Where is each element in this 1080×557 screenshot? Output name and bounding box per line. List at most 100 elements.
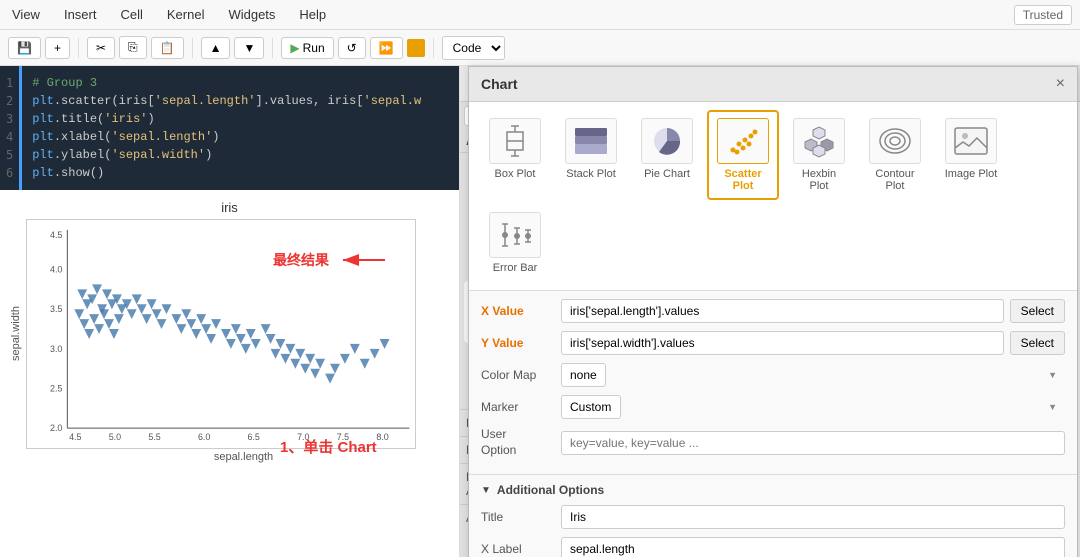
plot-title: iris	[10, 200, 449, 215]
fast-forward-button[interactable]: ⏩	[370, 37, 403, 59]
x-value-input[interactable]	[561, 299, 1004, 323]
chart-type-pie-chart[interactable]: Pie Chart	[631, 110, 703, 200]
x-label-row: X Label	[481, 537, 1065, 557]
color-map-row: Color Map none	[481, 363, 1065, 387]
chart-type-scatter-plot[interactable]: Scatter Plot	[707, 110, 779, 200]
image-plot-icon	[945, 118, 997, 164]
toolbar-separator-2	[192, 38, 193, 58]
menu-help[interactable]: Help	[295, 7, 330, 22]
menu-view[interactable]: View	[8, 7, 44, 22]
y-value-input[interactable]	[561, 331, 1004, 355]
run-button[interactable]: ▶ Run	[281, 37, 333, 59]
additional-toggle[interactable]: ▼ Additional Options	[481, 483, 1065, 497]
chart-types-grid: Box Plot Stack Plot Pie Chart	[479, 110, 1067, 282]
chart-type-box-plot[interactable]: Box Plot	[479, 110, 551, 200]
x-value-label: X Value	[481, 304, 561, 318]
marker-label: Marker	[481, 400, 561, 414]
stack-plot-label: Stack Plot	[566, 168, 616, 180]
step1-label: 1、单击 Chart	[280, 436, 377, 457]
chart-type-image-plot[interactable]: Image Plot	[935, 110, 1007, 200]
color-map-label: Color Map	[481, 368, 561, 382]
error-bar-icon	[489, 212, 541, 258]
cut-button[interactable]: ✂	[87, 37, 115, 59]
dialog-title: Chart	[481, 76, 518, 92]
move-up-button[interactable]: ▲	[201, 37, 231, 59]
additional-section: ▼ Additional Options Title X Label Previ…	[469, 474, 1077, 557]
scatter-plot-icon	[717, 118, 769, 164]
stack-plot-icon	[565, 118, 617, 164]
x-value-select-button[interactable]: Select	[1010, 299, 1065, 323]
svg-text:5.0: 5.0	[109, 432, 121, 442]
line-num-6: 6	[6, 164, 13, 182]
chart-type-contour-plot[interactable]: Contour Plot	[859, 110, 931, 200]
menu-cell[interactable]: Cell	[116, 7, 146, 22]
svg-text:5.5: 5.5	[148, 432, 160, 442]
copy-button[interactable]: ⎘	[119, 36, 147, 59]
svg-text:4.5: 4.5	[69, 432, 81, 442]
image-plot-label: Image Plot	[945, 168, 998, 180]
stop-button[interactable]	[407, 39, 425, 57]
svg-text:3.5: 3.5	[50, 304, 62, 314]
chart-type-stack-plot[interactable]: Stack Plot	[555, 110, 627, 200]
svg-text:4.5: 4.5	[50, 230, 62, 240]
save-button[interactable]: 💾	[8, 37, 41, 59]
y-value-row: Y Value Select	[481, 331, 1065, 355]
title-row: Title	[481, 505, 1065, 529]
color-map-select[interactable]: none	[561, 363, 606, 387]
chart-types-container: Box Plot Stack Plot Pie Chart	[469, 102, 1077, 291]
x-label-field-label: X Label	[481, 542, 561, 556]
menu-insert[interactable]: Insert	[60, 7, 101, 22]
x-label-input[interactable]	[561, 537, 1065, 557]
error-bar-label: Error Bar	[493, 262, 538, 274]
scatter-plot: 2.0 2.5 3.0 3.5 4.0 4.5 4.5 5.0 5.5 6.0 …	[26, 219, 416, 449]
marker-select[interactable]: Custom	[561, 395, 621, 419]
line-num-2: 2	[6, 92, 13, 110]
user-option-input[interactable]	[561, 431, 1065, 455]
svg-text:6.5: 6.5	[248, 432, 260, 442]
code-line-3: plt.title('iris')	[32, 110, 449, 128]
chart-type-error-bar[interactable]: Error Bar	[479, 204, 551, 282]
restart-button[interactable]: ↺	[338, 37, 366, 59]
toolbar-separator-4	[433, 38, 434, 58]
box-plot-icon	[489, 118, 541, 164]
user-option-row: UserOption	[481, 427, 1065, 458]
result-text: 最终结果	[273, 250, 329, 270]
svg-text:2.0: 2.0	[50, 423, 62, 433]
color-map-select-wrapper: none	[561, 363, 1065, 387]
toolbar-separator	[78, 38, 79, 58]
code-line-1: # Group 3	[32, 74, 449, 92]
dialog-header: Chart ×	[469, 67, 1077, 102]
scatter-plot-label: Scatter Plot	[715, 168, 771, 192]
contour-plot-label: Contour Plot	[867, 168, 923, 192]
menubar: View Insert Cell Kernel Widgets Help Tru…	[0, 0, 1080, 30]
trusted-badge: Trusted	[1014, 5, 1072, 25]
user-option-label: UserOption	[481, 427, 561, 458]
code-line-2: plt.scatter(iris['sepal.length'].values,…	[32, 92, 449, 110]
paste-button[interactable]: 📋	[151, 37, 184, 59]
line-num-4: 4	[6, 128, 13, 146]
cell-type-select[interactable]: Code	[442, 36, 505, 60]
menu-widgets[interactable]: Widgets	[224, 7, 279, 22]
dialog-close-button[interactable]: ×	[1056, 75, 1065, 93]
y-axis-label: sepal.width	[10, 306, 22, 361]
code-line-6: plt.show()	[32, 164, 449, 182]
chart-type-hexbin-plot[interactable]: Hexbin Plot	[783, 110, 855, 200]
x-axis-label: sepal.length	[38, 451, 449, 463]
notebook-area: 1 2 3 4 5 6 # Group 3 plt.scatter(iris['…	[0, 66, 460, 557]
hexbin-plot-icon	[793, 118, 845, 164]
toggle-arrow-icon: ▼	[481, 485, 491, 496]
code-content[interactable]: # Group 3 plt.scatter(iris['sepal.length…	[22, 66, 459, 190]
y-value-select-button[interactable]: Select	[1010, 331, 1065, 355]
svg-text:8.0: 8.0	[376, 432, 388, 442]
y-value-label: Y Value	[481, 336, 561, 350]
contour-plot-icon	[869, 118, 921, 164]
code-line-4: plt.xlabel('sepal.length')	[32, 128, 449, 146]
app-wrapper: View Insert Cell Kernel Widgets Help Tru…	[0, 0, 1080, 557]
add-cell-button[interactable]: +	[45, 37, 70, 59]
line-numbers: 1 2 3 4 5 6	[0, 66, 22, 190]
menu-kernel[interactable]: Kernel	[163, 7, 209, 22]
move-down-button[interactable]: ▼	[234, 37, 264, 59]
title-input[interactable]	[561, 505, 1065, 529]
box-plot-label: Box Plot	[495, 168, 536, 180]
x-value-row: X Value Select	[481, 299, 1065, 323]
